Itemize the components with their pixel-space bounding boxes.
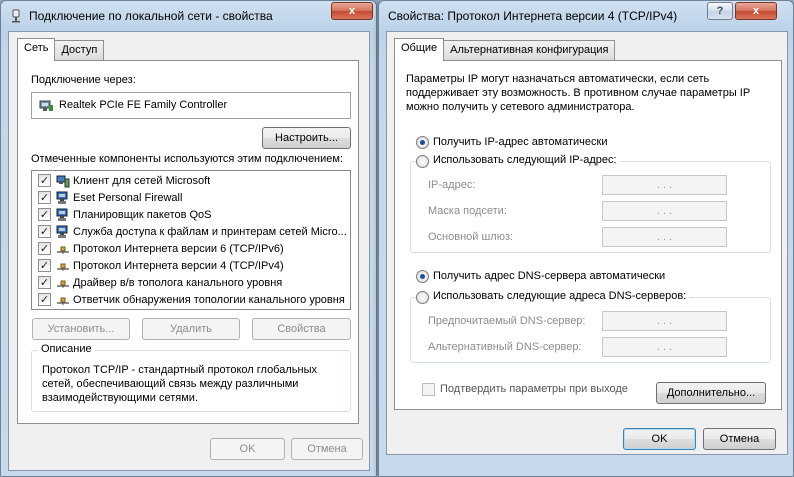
left-tabs: Сеть Доступ (17, 38, 105, 61)
adapter-name: Realtek PCIe FE Family Controller (59, 99, 228, 111)
right-client-area: Общие Альтернативная конфигурация Параме… (386, 31, 788, 455)
alternate-dns-input[interactable]: . . . (602, 337, 727, 357)
close-icon: x (348, 5, 356, 17)
subnet-mask-input[interactable]: . . . (602, 201, 727, 221)
install-button[interactable]: Установить... (32, 318, 130, 340)
component-item[interactable]: ✓ Клиент для сетей Microsoft (32, 172, 350, 189)
component-item[interactable]: ✓ Планировщик пакетов QoS (32, 206, 350, 223)
network-service-icon (56, 208, 70, 222)
component-label: Ответчик обнаружения топологии канальног… (73, 293, 345, 306)
component-checkbox[interactable]: ✓ (38, 225, 51, 238)
default-gateway-input[interactable]: . . . (602, 227, 727, 247)
component-checkbox[interactable]: ✓ (38, 242, 51, 255)
alternate-dns-label: Альтернативный DNS-сервер: (428, 341, 582, 353)
component-label: Протокол Интернета версии 6 (TCP/IPv6) (73, 242, 284, 255)
dns-manual-radio[interactable] (416, 291, 429, 304)
right-close-button[interactable]: x (735, 2, 777, 20)
right-cancel-button[interactable]: Отмена (703, 428, 776, 450)
ip-auto-label: Получить IP-адрес автоматически (433, 136, 608, 148)
component-checkbox[interactable]: ✓ (38, 191, 51, 204)
network-service-icon (56, 191, 70, 205)
preferred-dns-input[interactable]: . . . (602, 311, 727, 331)
description-group: Описание Протокол TCP/IP - стандартный п… (31, 343, 351, 412)
adapter-box: Realtek PCIe FE Family Controller (31, 92, 351, 119)
right-ok-button[interactable]: OK (623, 428, 696, 450)
dns-auto-label: Получить адрес DNS-сервера автоматически (433, 270, 666, 282)
left-ok-button[interactable]: OK (210, 438, 285, 460)
validate-checkbox[interactable] (422, 383, 435, 396)
radio-dot (420, 274, 425, 279)
ipv4-properties-window: Свойства: Протокол Интернета версии 4 (T… (378, 0, 794, 477)
component-label: Служба доступа к файлам и принтерам сете… (73, 225, 347, 238)
network-connection-icon (9, 9, 23, 23)
component-item[interactable]: ✓ Ответчик обнаружения топологии канально… (32, 291, 350, 308)
component-checkbox[interactable]: ✓ (38, 259, 51, 272)
help-button[interactable]: ? (707, 2, 733, 20)
tab-general[interactable]: Общие (394, 38, 445, 61)
protocol-icon (56, 259, 70, 273)
protocol-icon (56, 276, 70, 290)
left-titlebar[interactable]: Подключение по локальной сети - свойства… (1, 1, 376, 31)
tab-sharing[interactable]: Доступ (54, 40, 105, 60)
radio-dot (420, 140, 425, 145)
lan-properties-window: Подключение по локальной сети - свойства… (0, 0, 377, 477)
ip-manual-group: Использовать следующий IP-адрес: IP-адре… (410, 154, 771, 253)
close-icon: x (752, 5, 760, 17)
ip-address-label: IP-адрес: (428, 179, 476, 191)
right-window-title: Свойства: Протокол Интернета версии 4 (T… (388, 9, 678, 23)
component-checkbox[interactable]: ✓ (38, 174, 51, 187)
tab-alternate-config[interactable]: Альтернативная конфигурация (443, 40, 616, 60)
network-client-icon (56, 174, 70, 188)
component-item[interactable]: ✓ Протокол Интернета версии 6 (TCP/IPv6) (32, 240, 350, 257)
protocol-icon (56, 242, 70, 256)
right-tabs: Общие Альтернативная конфигурация (394, 38, 616, 61)
remove-button[interactable]: Удалить (142, 318, 240, 340)
component-item[interactable]: ✓ Eset Personal Firewall (32, 189, 350, 206)
description-text: Протокол TCP/IP - стандартный протокол г… (42, 364, 317, 404)
ip-manual-label: Использовать следующий IP-адрес: (430, 154, 620, 166)
component-item[interactable]: ✓ Протокол Интернета версии 4 (TCP/IPv4) (32, 257, 350, 274)
advanced-button[interactable]: Дополнительно... (656, 382, 766, 404)
ip-manual-radio[interactable] (416, 155, 429, 168)
properties-button[interactable]: Свойства (252, 318, 351, 340)
components-list[interactable]: ✓ Клиент для сетей Microsoft ✓ Eset Persona… (31, 170, 351, 310)
configure-button[interactable]: Настроить... (262, 127, 351, 149)
component-checkbox[interactable]: ✓ (38, 208, 51, 221)
subnet-mask-label: Маска подсети: (428, 205, 507, 217)
validate-label: Подтвердить параметры при выходе (440, 383, 628, 395)
ip-address-input[interactable]: . . . (602, 175, 727, 195)
default-gateway-label: Основной шлюз: (428, 231, 514, 243)
dns-auto-radio[interactable] (416, 270, 429, 283)
component-checkbox[interactable]: ✓ (38, 293, 51, 306)
components-label: Отмеченные компоненты используются этим … (31, 153, 344, 165)
dns-manual-group: Использовать следующие адреса DNS-сервер… (410, 290, 771, 363)
general-tab-panel: Параметры IP могут назначаться автоматич… (394, 60, 782, 410)
preferred-dns-label: Предпочитаемый DNS-сервер: (428, 315, 586, 327)
connect-via-label: Подключение через: (31, 74, 136, 86)
protocol-icon (56, 293, 70, 307)
description-title: Описание (38, 343, 95, 355)
component-label: Драйвер в/в тополога канального уровня (73, 276, 283, 289)
left-cancel-button[interactable]: Отмена (291, 438, 363, 460)
left-client-area: Сеть Доступ Подключение через: Realtek P… (8, 31, 370, 471)
tab-network[interactable]: Сеть (17, 38, 56, 61)
intro-text: Параметры IP могут назначаться автоматич… (406, 73, 750, 113)
dns-manual-label: Использовать следующие адреса DNS-сервер… (430, 290, 690, 302)
component-label: Протокол Интернета версии 4 (TCP/IPv4) (73, 259, 284, 272)
component-item[interactable]: ✓ Драйвер в/в тополога канального уровня (32, 274, 350, 291)
network-service-icon (56, 225, 70, 239)
help-icon: ? (716, 5, 724, 17)
component-item[interactable]: ✓ Служба доступа к файлам и принтерам сет… (32, 223, 350, 240)
component-label: Клиент для сетей Microsoft (73, 174, 211, 187)
left-window-title: Подключение по локальной сети - свойства (29, 9, 273, 23)
right-titlebar[interactable]: Свойства: Протокол Интернета версии 4 (T… (379, 1, 793, 31)
network-tab-panel: Подключение через: Realtek PCIe FE Famil… (17, 60, 359, 424)
network-adapter-icon (38, 99, 54, 113)
left-close-button[interactable]: x (331, 2, 373, 20)
component-label: Планировщик пакетов QoS (73, 208, 212, 221)
component-label: Eset Personal Firewall (73, 191, 183, 204)
component-checkbox[interactable]: ✓ (38, 276, 51, 289)
ip-auto-radio[interactable] (416, 136, 429, 149)
